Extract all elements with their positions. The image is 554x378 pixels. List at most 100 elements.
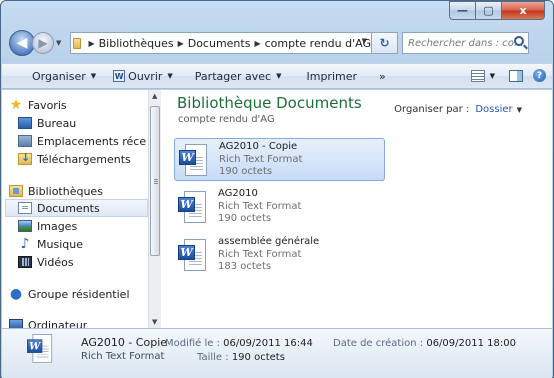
open-button[interactable]: W Ouvrir ▼ (113, 70, 173, 83)
nav-favorites[interactable]: ★ Favoris (9, 96, 67, 114)
breadcrumb-documents[interactable]: Documents (188, 37, 251, 50)
nav-item-recent-places[interactable]: Emplacements réce (18, 132, 146, 150)
print-button[interactable]: Imprimer (306, 70, 357, 83)
word-document-icon: W (27, 334, 54, 365)
file-list-pane: Bibliothèque Documents compte rendu d'AG… (161, 90, 552, 328)
music-note-icon: ♪ (20, 236, 30, 252)
address-bar[interactable]: ▶ Bibliothèques ▶ Documents ▶ compte ren… (70, 32, 372, 54)
star-icon: ★ (9, 97, 23, 113)
chevron-down-icon: ▼ (167, 72, 173, 80)
nav-favorites-label: Favoris (28, 98, 67, 112)
share-label: Partager avec (194, 69, 272, 83)
nav-item-documents[interactable]: Documents (5, 199, 148, 217)
organize-button[interactable]: Organiser ▼ (32, 70, 96, 83)
nav-item-desktop[interactable]: Bureau (18, 114, 76, 132)
word-document-icon: W (178, 191, 208, 225)
maximize-button[interactable]: ▢ (475, 1, 501, 20)
chevron-down-icon: ▼ (276, 72, 282, 80)
homegroup-icon: ● (9, 286, 23, 302)
arrange-by: Organiser par : Dossier ▼ (394, 104, 522, 115)
details-created: Date de création : 06/09/2011 18:00 (333, 338, 516, 349)
breadcrumb-current-folder[interactable]: compte rendu d'AG (265, 37, 371, 50)
search-icon[interactable] (514, 36, 524, 46)
file-name: AG2010 (218, 188, 258, 199)
nav-item-images[interactable]: Images (18, 217, 77, 235)
file-size: 183 octets (218, 261, 272, 272)
arrange-by-label: Organiser par : (394, 104, 470, 115)
file-type: Rich Text Format (218, 201, 302, 212)
file-item[interactable]: W AG2010 - Copie Rich Text Format 190 oc… (174, 138, 385, 181)
nav-item-label: Images (37, 219, 78, 233)
libraries-icon (9, 185, 23, 197)
breadcrumb-libraries[interactable]: Bibliothèques (99, 37, 174, 50)
word-document-icon: W (178, 239, 208, 273)
chevron-right-icon[interactable]: ▶ (254, 39, 260, 48)
nav-libraries-label: Bibliothèques (28, 184, 103, 198)
navigation-pane: ★ Favoris Bureau Emplacements réce Téléch… (2, 90, 148, 328)
library-title: Bibliothèque Documents (177, 94, 362, 112)
nav-computer[interactable]: Ordinateur (9, 319, 87, 328)
chevron-down-icon: ▼ (90, 72, 97, 80)
scroll-down-arrow-icon[interactable]: ▼ (152, 318, 157, 326)
details-size: Taille : 190 octets (197, 352, 285, 363)
minimize-button[interactable]: — (449, 1, 475, 20)
nav-homegroup-label: Groupe résidentiel (28, 287, 130, 301)
organize-label: Organiser (32, 69, 86, 83)
recent-pages-dropdown[interactable]: ▼ (56, 39, 66, 47)
refresh-button[interactable]: ↻ (372, 32, 398, 54)
nav-computer-label: Ordinateur (28, 319, 88, 328)
scrollbar-thumb[interactable] (150, 106, 160, 256)
nav-item-downloads[interactable]: Téléchargements (18, 150, 131, 168)
word-document-icon: W (179, 144, 209, 178)
details-pane: W AG2010 - Copie Rich Text Format Modifi… (2, 328, 552, 378)
search-input[interactable]: Rechercher dans : co... (402, 32, 529, 54)
nav-homegroup[interactable]: ● Groupe résidentiel (9, 285, 130, 303)
folder-icon (73, 37, 82, 49)
arrange-by-dropdown[interactable]: Dossier (475, 104, 512, 115)
word-icon: W (113, 70, 126, 82)
chevron-down-icon[interactable]: ▼ (490, 72, 495, 80)
videos-icon (18, 256, 32, 268)
details-file-type: Rich Text Format (81, 351, 165, 362)
images-icon (18, 220, 32, 232)
more-commands-button[interactable]: » (379, 70, 386, 83)
nav-item-videos[interactable]: Vidéos (18, 253, 74, 271)
details-file-name: AG2010 - Copie (81, 336, 168, 349)
computer-icon (9, 319, 23, 328)
file-item[interactable]: W AG2010 Rich Text Format 190 octets (174, 186, 385, 229)
file-name: AG2010 - Copie (219, 141, 298, 152)
nav-libraries[interactable]: Bibliothèques (9, 182, 103, 200)
scroll-up-arrow-icon[interactable]: ▲ (152, 92, 157, 100)
chevron-right-icon[interactable]: ▶ (178, 39, 184, 48)
close-button[interactable]: x (501, 1, 545, 20)
desktop-icon (18, 117, 32, 129)
chevron-down-icon[interactable]: ▼ (362, 37, 367, 45)
forward-button[interactable]: ▶ (32, 32, 54, 54)
help-icon[interactable]: ? (533, 69, 546, 82)
grip-icon (154, 179, 158, 185)
downloads-icon (18, 151, 32, 165)
explorer-window: — ▢ x ◀ ▶ ▼ ▶ Bibliothèques ▶ Documents … (0, 0, 554, 378)
share-button[interactable]: Partager avec ▼ (195, 70, 282, 83)
change-view-icon[interactable] (470, 69, 485, 82)
nav-item-label: Vidéos (37, 255, 74, 269)
file-name: assemblée générale (218, 236, 320, 247)
chevron-right-icon[interactable]: ▶ (88, 39, 94, 48)
caption-buttons: — ▢ x (449, 1, 545, 20)
recent-places-icon (18, 135, 32, 147)
navigation-row: ◀ ▶ ▼ ▶ Bibliothèques ▶ Documents ▶ comp… (9, 29, 547, 57)
file-type: Rich Text Format (219, 154, 303, 165)
chevron-down-icon[interactable]: ▼ (517, 106, 522, 114)
search-placeholder: Rechercher dans : co... (408, 37, 524, 49)
documents-icon (18, 202, 32, 214)
file-item[interactable]: W assemblée générale Rich Text Format 18… (174, 234, 385, 277)
nav-item-label: Documents (37, 201, 100, 215)
navigation-scrollbar[interactable]: ▲ ▼ (148, 90, 161, 328)
view-controls: ▼ ? (470, 69, 546, 82)
command-bar: Organiser ▼ W Ouvrir ▼ Partager avec ▼ Impr… (2, 63, 552, 89)
details-modified: Modifié le : 06/09/2011 16:44 (165, 338, 313, 349)
file-size: 190 octets (219, 166, 273, 177)
preview-pane-icon[interactable] (509, 69, 523, 82)
file-type: Rich Text Format (218, 249, 302, 260)
nav-item-music[interactable]: ♪ Musique (18, 235, 83, 253)
